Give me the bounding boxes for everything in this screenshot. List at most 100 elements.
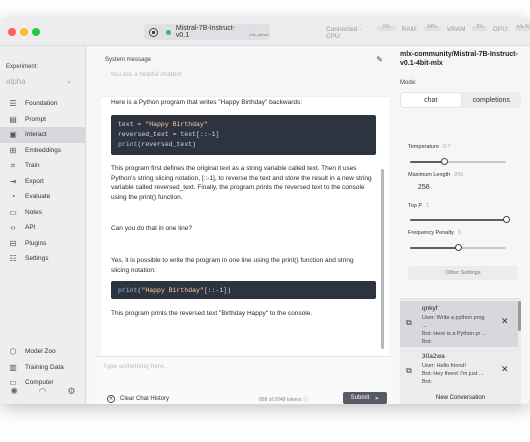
max-length-label: Maximum Length 256 xyxy=(408,172,464,178)
info-icon: ⓘ xyxy=(302,397,308,403)
connection-status: Connected - CPU: xyxy=(326,26,362,40)
clear-chat-button[interactable]: ✕ Clear Chat History xyxy=(107,395,169,403)
conversation-item[interactable]: ⧉ qnkyf User: Write a python prog ... Bo… xyxy=(400,301,518,347)
ram-bar: 34% xyxy=(423,24,441,31)
close-icon: ✕ xyxy=(107,395,115,403)
pencil-icon[interactable]: ✎ xyxy=(376,55,383,64)
sidebar-bottom-nav: ⬡ Model Zoo ▥ Training Data ▭ Computer xyxy=(0,344,86,391)
temperature-label: Temperature 0.7 xyxy=(408,144,451,150)
model-name: Mistral-7B-Instruct-v0.1 xyxy=(175,25,235,39)
cpu-bar: 6% xyxy=(376,24,396,31)
sidebar-item-evaluate[interactable]: ◔ Evaluate xyxy=(0,189,86,205)
api-icon: ‹› xyxy=(10,223,16,233)
chat-icon: ▣ xyxy=(9,130,17,140)
export-icon: ⇥ xyxy=(9,176,17,186)
theme-icon[interactable]: ✺ xyxy=(10,386,18,397)
sidebar-item-notes[interactable]: ▭ Notes xyxy=(0,205,86,221)
user-message-2: Can you do that in one line? xyxy=(111,225,192,232)
assistant-message-2-intro: Yes, it is possible to write the program… xyxy=(111,257,354,274)
conversation-scrollbar[interactable] xyxy=(518,301,521,331)
ram-label: RAM: xyxy=(401,26,418,33)
mode-label: Mode: xyxy=(400,80,417,86)
evaluate-icon: ◔ xyxy=(10,192,16,202)
stop-icon[interactable] xyxy=(149,27,158,37)
embeddings-icon: ⊞ xyxy=(9,145,17,155)
train-icon: ⌗ xyxy=(10,160,16,170)
top-p-label: Top P1 xyxy=(408,203,430,209)
top-p-slider[interactable] xyxy=(410,216,510,223)
message-composer[interactable]: Type something here... ✕ Clear Chat Hist… xyxy=(95,356,391,404)
frequency-penalty-slider[interactable] xyxy=(410,244,506,251)
minimize-window-button[interactable] xyxy=(20,28,28,36)
vram-label: VRAM xyxy=(446,26,466,33)
experiment-label: Experiment: xyxy=(6,64,39,70)
chat-bubbles-icon: ⧉ xyxy=(406,318,412,327)
app-window: Mistral-7B-Instruct-v0.1 -mlx_server Con… xyxy=(0,18,530,404)
code-block-1: text = "Happy Birthday" reversed_text = … xyxy=(111,115,376,155)
conversation-list: ⧉ qnkyf User: Write a python prog ... Bo… xyxy=(400,298,521,404)
zoom-window-button[interactable] xyxy=(32,28,40,36)
sidebar-item-training-data[interactable]: ▥ Training Data xyxy=(0,360,86,376)
submit-button[interactable]: Submit ➢ xyxy=(343,392,387,404)
chat-bubbles-icon: ⧉ xyxy=(406,366,412,375)
vram-bar: 8% xyxy=(471,24,487,31)
assistant-message-2-outro: This program prints the reversed text "B… xyxy=(111,310,313,317)
new-conversation-button[interactable]: New Conversation xyxy=(400,395,521,401)
settings-icon: ☷ xyxy=(9,254,17,264)
sidebar-item-model-zoo[interactable]: ⬡ Model Zoo xyxy=(0,344,86,360)
code-line: print(reversed_text) xyxy=(118,141,197,148)
assistant-message-1-intro: Here is a Python program that writes "Ha… xyxy=(111,99,303,106)
composer-input[interactable]: Type something here... xyxy=(103,363,169,370)
sidebar-item-interact[interactable]: ▣ Interact xyxy=(0,127,86,143)
resource-monitor: Connected - CPU: 6% RAM: 34% VRAM 8% GPU… xyxy=(326,24,530,40)
sidebar-item-settings[interactable]: ☷ Settings xyxy=(0,251,86,267)
experiment-select[interactable]: alpha ⌄ xyxy=(6,74,76,88)
code-line: text = "Happy Birthday" xyxy=(118,121,208,128)
tab-completions[interactable]: completions xyxy=(462,92,522,108)
gear-icon[interactable]: ⚙ xyxy=(67,386,75,397)
sidebar-nav: ☰ Foundation ▤ Prompt ▣ Interact ⊞ Embedding… xyxy=(0,96,86,267)
sidebar-item-foundation[interactable]: ☰ Foundation xyxy=(0,96,86,112)
stack-icon: ☰ xyxy=(9,99,17,109)
settings-pane: mlx-community/Mistral-7B-Instruct-v0.1-4… xyxy=(398,46,530,404)
system-message: System message ✎ You are a helpful chatb… xyxy=(95,54,391,88)
running-model-pill[interactable]: Mistral-7B-Instruct-v0.1 -mlx_server xyxy=(144,24,270,40)
model-title: mlx-community/Mistral-7B-Instruct-v0.1-4… xyxy=(400,51,518,67)
delete-icon[interactable]: ✕ xyxy=(501,364,509,375)
chat-scrollbar[interactable] xyxy=(381,169,384,349)
code-block-2: print("Happy Birthday"[::-1]) xyxy=(111,281,376,299)
gpu-bar: n/a % xyxy=(514,24,530,31)
gpu-label: GPU: xyxy=(492,26,509,33)
sidebar-item-plugins[interactable]: ⊟ Plugins xyxy=(0,236,86,252)
assistant-message-1-explain: This program first defines the original … xyxy=(111,165,372,201)
other-settings-button[interactable]: Other Settings xyxy=(408,266,518,280)
max-length-input[interactable]: 256 xyxy=(418,184,430,191)
sidebar-item-train[interactable]: ⌗ Train xyxy=(0,158,86,174)
chat-thread: Here is a Python program that writes "Ha… xyxy=(101,96,389,358)
frequency-penalty-label: Frequency Penalty 0 xyxy=(408,230,461,236)
send-icon: ➢ xyxy=(374,395,380,402)
notes-icon: ▭ xyxy=(9,207,17,217)
sidebar: Experiment: alpha ⌄ ☰ Foundation ▤ Prompt … xyxy=(0,46,86,404)
system-message-text[interactable]: You are a helpful chatbot xyxy=(110,71,182,78)
temperature-slider[interactable] xyxy=(410,158,506,165)
token-count: 868 of 2048 tokens ⓘ xyxy=(259,397,308,403)
close-window-button[interactable] xyxy=(8,28,16,36)
model-suffix: -mlx_server xyxy=(249,27,269,37)
sidebar-item-prompt[interactable]: ▤ Prompt xyxy=(0,112,86,128)
training-data-icon: ▥ xyxy=(9,362,17,372)
conversation-item[interactable]: ⧉ 30a2wa User: Hello friend! Bot: Hey th… xyxy=(400,349,518,395)
status-dot xyxy=(165,29,171,35)
tab-chat[interactable]: chat xyxy=(401,93,461,107)
title-bar: Mistral-7B-Instruct-v0.1 -mlx_server Con… xyxy=(0,18,530,46)
delete-icon[interactable]: ✕ xyxy=(501,316,509,327)
sidebar-footer: ✺ ◠ ⚙ xyxy=(0,386,86,397)
prompt-icon: ▤ xyxy=(9,114,17,124)
sidebar-item-embeddings[interactable]: ⊞ Embeddings xyxy=(0,143,86,159)
github-icon[interactable]: ◠ xyxy=(39,386,47,397)
plugin-icon: ⊟ xyxy=(9,238,17,248)
code-line: reversed_text = text[::-1] xyxy=(118,131,220,138)
sidebar-item-export[interactable]: ⇥ Export xyxy=(0,174,86,190)
sidebar-item-api[interactable]: ‹› API xyxy=(0,220,86,236)
chevron-down-icon: ⌄ xyxy=(66,78,72,85)
